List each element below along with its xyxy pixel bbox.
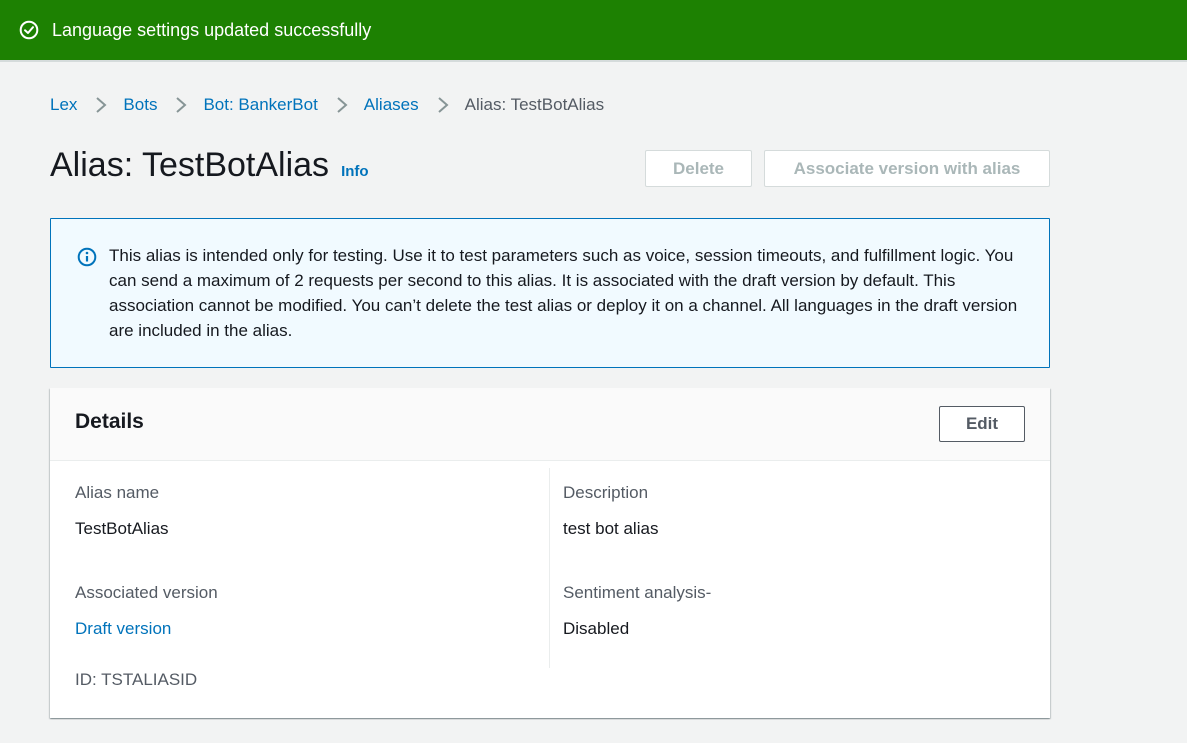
alias-name-label: Alias name (75, 483, 160, 502)
details-panel-header: Details Edit (50, 388, 1050, 461)
alias-id: ID: TSTALIASID (75, 670, 198, 689)
breadcrumb-current: Alias: TestBotAlias (464, 95, 605, 114)
associate-version-button[interactable]: Associate version with alias (764, 150, 1050, 187)
info-link[interactable]: Info (341, 163, 369, 180)
alias-name-value: TestBotAlias (75, 519, 169, 538)
chevron-right-icon (436, 94, 450, 116)
sentiment-analysis-label: Sentiment analysis- (563, 583, 712, 602)
sentiment-analysis-value: Disabled (563, 619, 630, 638)
info-alert: This alias is intended only for testing.… (50, 218, 1050, 368)
associated-version-label: Associated version (75, 583, 218, 602)
flash-message: Language settings updated successfully (52, 19, 372, 40)
chevron-right-icon (174, 94, 188, 116)
flash-divider (0, 60, 1187, 62)
edit-button[interactable]: Edit (939, 406, 1025, 442)
info-icon (77, 247, 97, 267)
check-circle-icon (19, 20, 39, 40)
chevron-right-icon (335, 94, 349, 116)
breadcrumb: Lex Bots Bot: BankerBot Aliases Alias: T… (50, 94, 604, 116)
page-header: Alias: TestBotAlias Info (50, 146, 369, 185)
page-title: Alias: TestBotAlias (50, 146, 330, 184)
column-divider (549, 468, 550, 668)
breadcrumb-aliases[interactable]: Aliases (364, 95, 419, 115)
draft-version-link[interactable]: Draft version (75, 619, 171, 639)
chevron-right-icon (94, 94, 108, 116)
delete-button[interactable]: Delete (645, 150, 752, 187)
details-title: Details (75, 410, 144, 433)
breadcrumb-bot-bankerbot[interactable]: Bot: BankerBot (203, 95, 317, 115)
alert-text: This alias is intended only for testing.… (109, 246, 1018, 340)
success-flash-banner: Language settings updated successfully (0, 0, 1187, 60)
description-label: Description (563, 483, 649, 502)
breadcrumb-bots[interactable]: Bots (123, 95, 157, 115)
description-value: test bot alias (563, 519, 659, 538)
breadcrumb-lex[interactable]: Lex (50, 95, 77, 115)
details-panel: Details Edit Alias name TestBotAlias Ass… (50, 388, 1050, 718)
